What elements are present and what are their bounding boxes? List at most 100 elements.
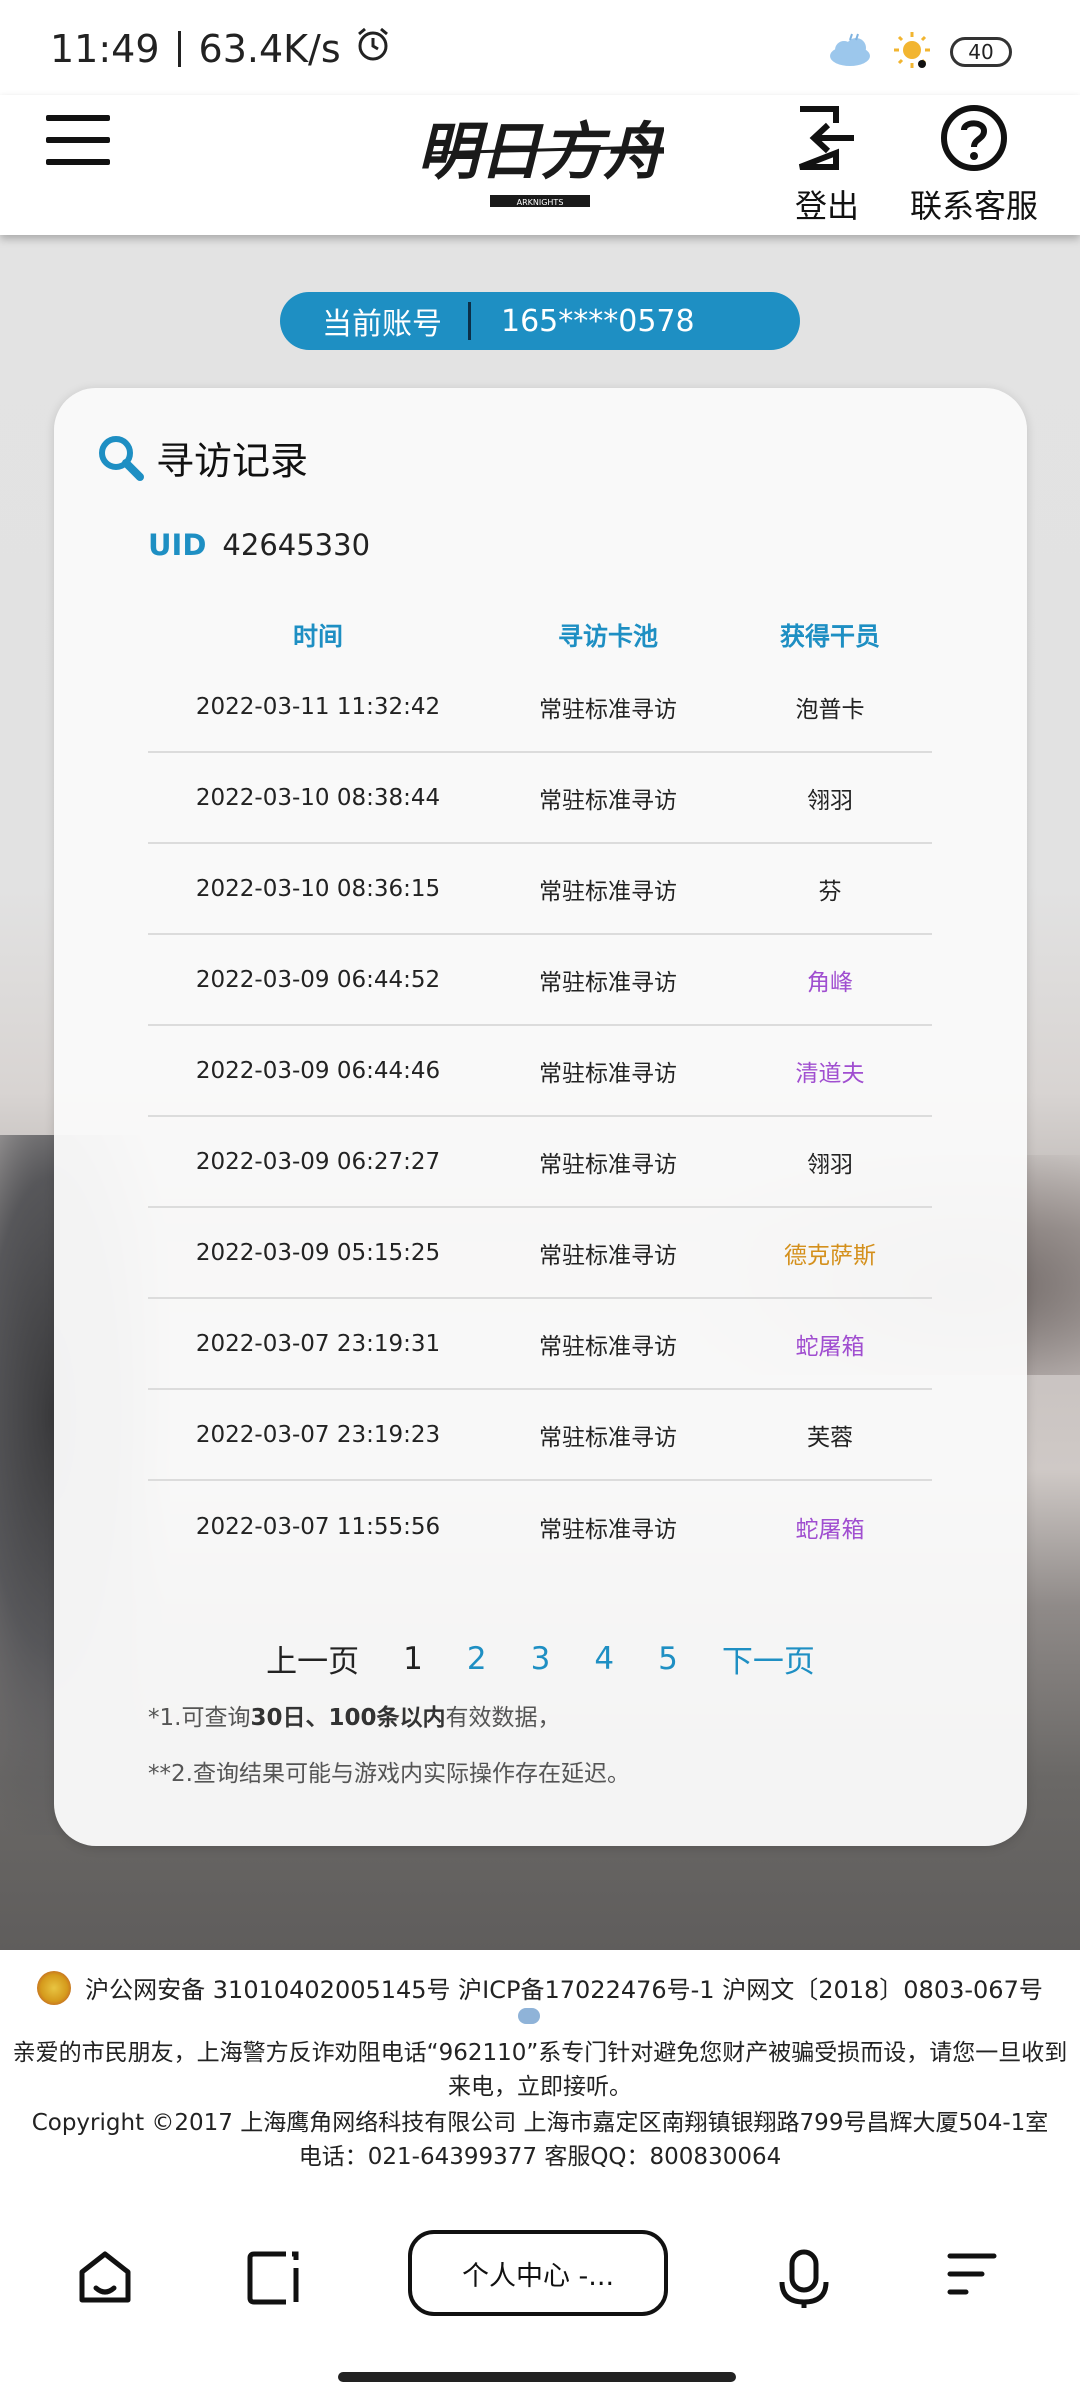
battery-indicator: 40 [950,37,1012,67]
row-operator: 角峰 [807,969,853,996]
footer-anti-fraud: 亲爱的市民朋友，上海警方反诈劝阻电话“962110”系专门针对避免您财产被骗受损… [12,2040,1068,2100]
help-icon [941,105,1007,171]
account-value: 165****0578 [501,303,695,339]
row-operator: 芬 [818,878,842,905]
row-time: 2022-03-09 06:44:52 [195,966,441,993]
account-divider [468,302,471,340]
status-bar: 11:49 63.4K/s 40 [0,0,1080,95]
footer-license-text[interactable]: 沪公网安备 31010402005145号 沪ICP备17022476号-1 沪… [85,1970,1043,2005]
logout-button[interactable]: 登出 [794,103,860,227]
page-5-button[interactable]: 5 [658,1641,678,1677]
arknights-logo[interactable]: 明日方舟 ARKNIGHTS [417,95,670,220]
column-pool: 寻访卡池 [557,622,658,651]
row-operator: 蛇屠箱 [795,1333,865,1360]
police-badge-icon [37,1970,72,2005]
table-row: 2022-03-09 06:27:27 常驻标准寻访 翎羽 [148,1117,932,1208]
row-pool: 常驻标准寻访 [539,1242,677,1269]
contact-label: 联系客服 [910,187,1039,225]
uid-row: UID 42645330 [148,528,370,562]
note-1-prefix: *1.可查询 [148,1705,251,1731]
row-operator: 翎羽 [807,787,853,814]
site-header: 明日方舟 ARKNIGHTS 登出 联系客服 [0,95,1080,235]
row-time: 2022-03-09 05:15:25 [195,1239,441,1266]
prev-page-button[interactable]: 上一页 [266,1636,359,1681]
column-time: 时间 [292,622,343,651]
row-pool: 常驻标准寻访 [539,1151,677,1178]
card-title-text: 寻访记录 [156,439,309,483]
status-separator [177,30,181,67]
row-operator: 德克萨斯 [784,1242,876,1269]
footer-license-line: 沪公网安备 31010402005145号 沪ICP备17022476号-1 沪… [0,1970,1080,2005]
row-pool: 常驻标准寻访 [539,1060,677,1087]
table-body: 2022-03-11 11:32:42 常驻标准寻访 泡普卡 2022-03-10 0… [148,662,932,1572]
row-operator: 清道夫 [795,1060,865,1087]
row-pool: 常驻标准寻访 [539,1516,677,1543]
row-pool: 常驻标准寻访 [539,969,677,996]
sun-icon [892,30,932,74]
row-time: 2022-03-09 06:44:46 [195,1057,441,1084]
note-1-suffix: 有效数据， [445,1705,561,1731]
status-right: 40 [826,30,1012,74]
table-row: 2022-03-10 08:38:44 常驻标准寻访 翎羽 [148,753,932,844]
alarm-icon [355,26,391,71]
row-time: 2022-03-11 11:32:42 [195,693,441,720]
row-operator: 蛇屠箱 [795,1516,865,1543]
row-pool: 常驻标准寻访 [539,1333,677,1360]
pagination: 上一页 1 2 3 4 5 下一页 [54,1636,1027,1681]
network-speed: 63.4K/s [198,26,341,71]
search-icon [99,435,144,481]
page-2-button[interactable]: 2 [467,1641,487,1677]
table-header: 时间 寻访卡池 获得干员 [148,608,932,662]
row-operator: 芙蓉 [807,1424,853,1451]
records-table: 时间 寻访卡池 获得干员 2022-03-11 11:32:42 常驻标准寻访 泡普… [148,608,932,1572]
microphone-icon[interactable] [778,2248,830,2314]
footer-copyright: Copyright ©2017 上海鹰角网络科技有限公司 上海市嘉定区南翔镇银翔… [0,2106,1080,2174]
row-time: 2022-03-10 08:36:15 [195,875,441,902]
row-pool: 常驻标准寻访 [539,696,677,723]
hamburger-menu-icon[interactable] [46,115,110,171]
row-time: 2022-03-10 08:38:44 [195,784,441,811]
uid-label: UID [148,528,207,562]
table-row: 2022-03-07 23:19:31 常驻标准寻访 蛇屠箱 [148,1299,932,1390]
cloud-rain-icon [826,32,874,72]
row-time: 2022-03-07 23:19:23 [195,1421,441,1448]
note-2: **2.查询结果可能与游戏内实际操作存在延迟。 [148,1761,630,1787]
page-4-button[interactable]: 4 [594,1641,614,1677]
row-operator: 泡普卡 [795,696,865,723]
column-operator: 获得干员 [779,622,880,651]
logo-sub: ARKNIGHTS [517,198,564,207]
row-pool: 常驻标准寻访 [539,1424,677,1451]
footer-copyright-text: Copyright ©2017 上海鹰角网络科技有限公司 上海市嘉定区南翔镇银翔… [31,2110,1049,2136]
row-time: 2022-03-09 06:27:27 [195,1148,441,1175]
uid-value: 42645330 [222,528,371,562]
table-row: 2022-03-07 23:19:23 常驻标准寻访 芙蓉 [148,1390,932,1481]
address-bar[interactable]: 个人中心 -... [408,2230,668,2316]
note-1: *1.可查询30日、100条以内有效数据， [148,1698,560,1732]
logout-icon [798,106,854,170]
gacha-record-card: 寻访记录 UID 42645330 时间 寻访卡池 获得干员 2022-03-1… [54,388,1027,1846]
current-account-badge: 当前账号 165****0578 [280,292,800,350]
row-operator: 翎羽 [807,1151,853,1178]
menu-lines-icon[interactable] [944,2248,1000,2304]
home-icon[interactable] [76,2248,134,2312]
row-time: 2022-03-07 11:55:56 [195,1513,441,1540]
row-pool: 常驻标准寻访 [539,878,677,905]
card-title: 寻访记录 [96,430,308,485]
tabs-icon[interactable] [244,2248,302,2312]
note-1-bold: 30日、100条以内 [250,1705,446,1731]
browser-toolbar: 个人中心 -... [0,2170,1080,2400]
logout-label: 登出 [794,187,859,225]
row-time: 2022-03-07 23:19:31 [195,1330,441,1357]
table-row: 2022-03-09 05:15:25 常驻标准寻访 德克萨斯 [148,1208,932,1299]
table-row: 2022-03-09 06:44:52 常驻标准寻访 角峰 [148,935,932,1026]
row-pool: 常驻标准寻访 [539,787,677,814]
site-footer: 沪公网安备 31010402005145号 沪ICP备17022476号-1 沪… [0,1950,1080,2170]
footer-contact-text: 电话：021-64399377 客服QQ：800830064 [298,2144,782,2170]
next-page-button[interactable]: 下一页 [722,1636,815,1681]
page-3-button[interactable]: 3 [531,1641,551,1677]
page-1-button[interactable]: 1 [403,1641,423,1677]
status-time: 11:49 [50,26,160,71]
gesture-home-bar[interactable] [338,2372,736,2382]
status-left: 11:49 63.4K/s [50,26,391,71]
contact-support-button[interactable]: 联系客服 [910,103,1038,227]
